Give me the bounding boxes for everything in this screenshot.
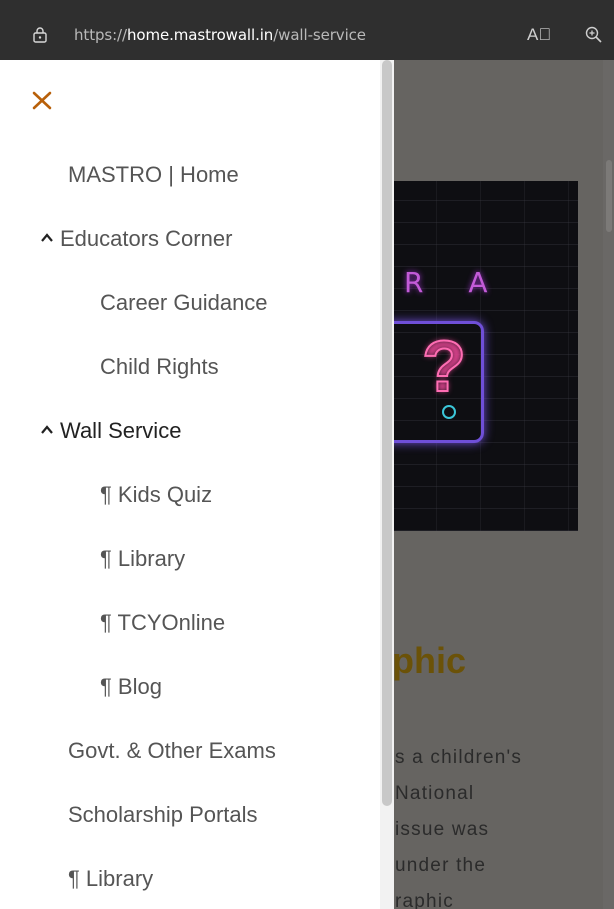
address-bar[interactable]: https://home.mastrowall.in/wall-service … <box>0 0 614 60</box>
url-scheme: https:// <box>74 26 127 44</box>
hero-image: R A ? <box>392 181 578 531</box>
menu-item-label: Govt. & Other Exams <box>68 738 276 763</box>
side-menu: MASTRO | Home Educators Corner Career Gu… <box>0 60 394 909</box>
neon-dot <box>442 405 456 419</box>
question-mark-icon: ? <box>421 326 467 408</box>
menu-scrollbar[interactable] <box>380 60 394 909</box>
paragraph-line: National <box>395 783 475 804</box>
paragraph-line: under the <box>395 855 487 876</box>
menu-item-label: Child Rights <box>100 354 219 379</box>
url-text[interactable]: https://home.mastrowall.in/wall-service <box>74 26 366 44</box>
paragraph-line: raphic <box>395 891 454 909</box>
menu-item-library[interactable]: ¶ Library <box>100 546 185 572</box>
menu-item-library-2[interactable]: ¶ Library <box>68 866 153 892</box>
menu-item-label: MASTRO | Home <box>68 162 239 187</box>
menu-item-label: Scholarship Portals <box>68 802 258 827</box>
menu-item-label: Educators Corner <box>60 226 233 251</box>
close-icon[interactable] <box>29 87 55 113</box>
read-aloud-icon[interactable]: A⃝ <box>527 25 551 45</box>
paragraph-line: issue was <box>395 819 490 840</box>
menu-item-label: ¶ Library <box>68 866 154 891</box>
paragraph-line: s a children's <box>395 747 523 768</box>
url-path: /wall-service <box>273 26 366 44</box>
menu-item-scholarship-portals[interactable]: Scholarship Portals <box>68 802 258 828</box>
menu-item-blog[interactable]: ¶ Blog <box>100 674 162 700</box>
menu-item-mastro-home[interactable]: MASTRO | Home <box>68 162 239 188</box>
menu-item-govt-exams[interactable]: Govt. & Other Exams <box>68 738 276 764</box>
menu-item-child-rights[interactable]: Child Rights <box>100 354 219 380</box>
menu-item-label: Career Guidance <box>100 290 268 315</box>
menu-item-label: ¶ Library <box>100 546 186 571</box>
chevron-up-icon[interactable] <box>40 231 54 245</box>
menu-item-label: ¶ TCYOnline <box>100 610 226 635</box>
menu-item-label: ¶ Blog <box>100 674 162 699</box>
url-host: home.mastrowall.in <box>126 26 274 44</box>
menu-item-educators-corner[interactable]: Educators Corner <box>40 226 232 252</box>
menu-item-tcyonline[interactable]: ¶ TCYOnline <box>100 610 225 636</box>
menu-item-label: ¶ Kids Quiz <box>100 482 213 507</box>
page-heading: phic <box>392 640 467 681</box>
menu-scrollbar-thumb[interactable] <box>382 60 392 806</box>
zoom-icon[interactable] <box>585 26 602 43</box>
lock-icon[interactable] <box>32 27 48 43</box>
page-paragraph: s a children's National issue was under … <box>395 740 522 909</box>
menu-item-label: Wall Service <box>60 418 182 443</box>
hero-neon-text: R A <box>404 266 506 299</box>
menu-item-career-guidance[interactable]: Career Guidance <box>100 290 268 316</box>
page-scrollbar-thumb[interactable] <box>606 160 612 232</box>
chevron-up-icon[interactable] <box>40 423 54 437</box>
page-scrollbar[interactable] <box>603 60 614 909</box>
menu-item-wall-service[interactable]: Wall Service <box>40 418 181 444</box>
menu-item-kids-quiz[interactable]: ¶ Kids Quiz <box>100 482 212 508</box>
